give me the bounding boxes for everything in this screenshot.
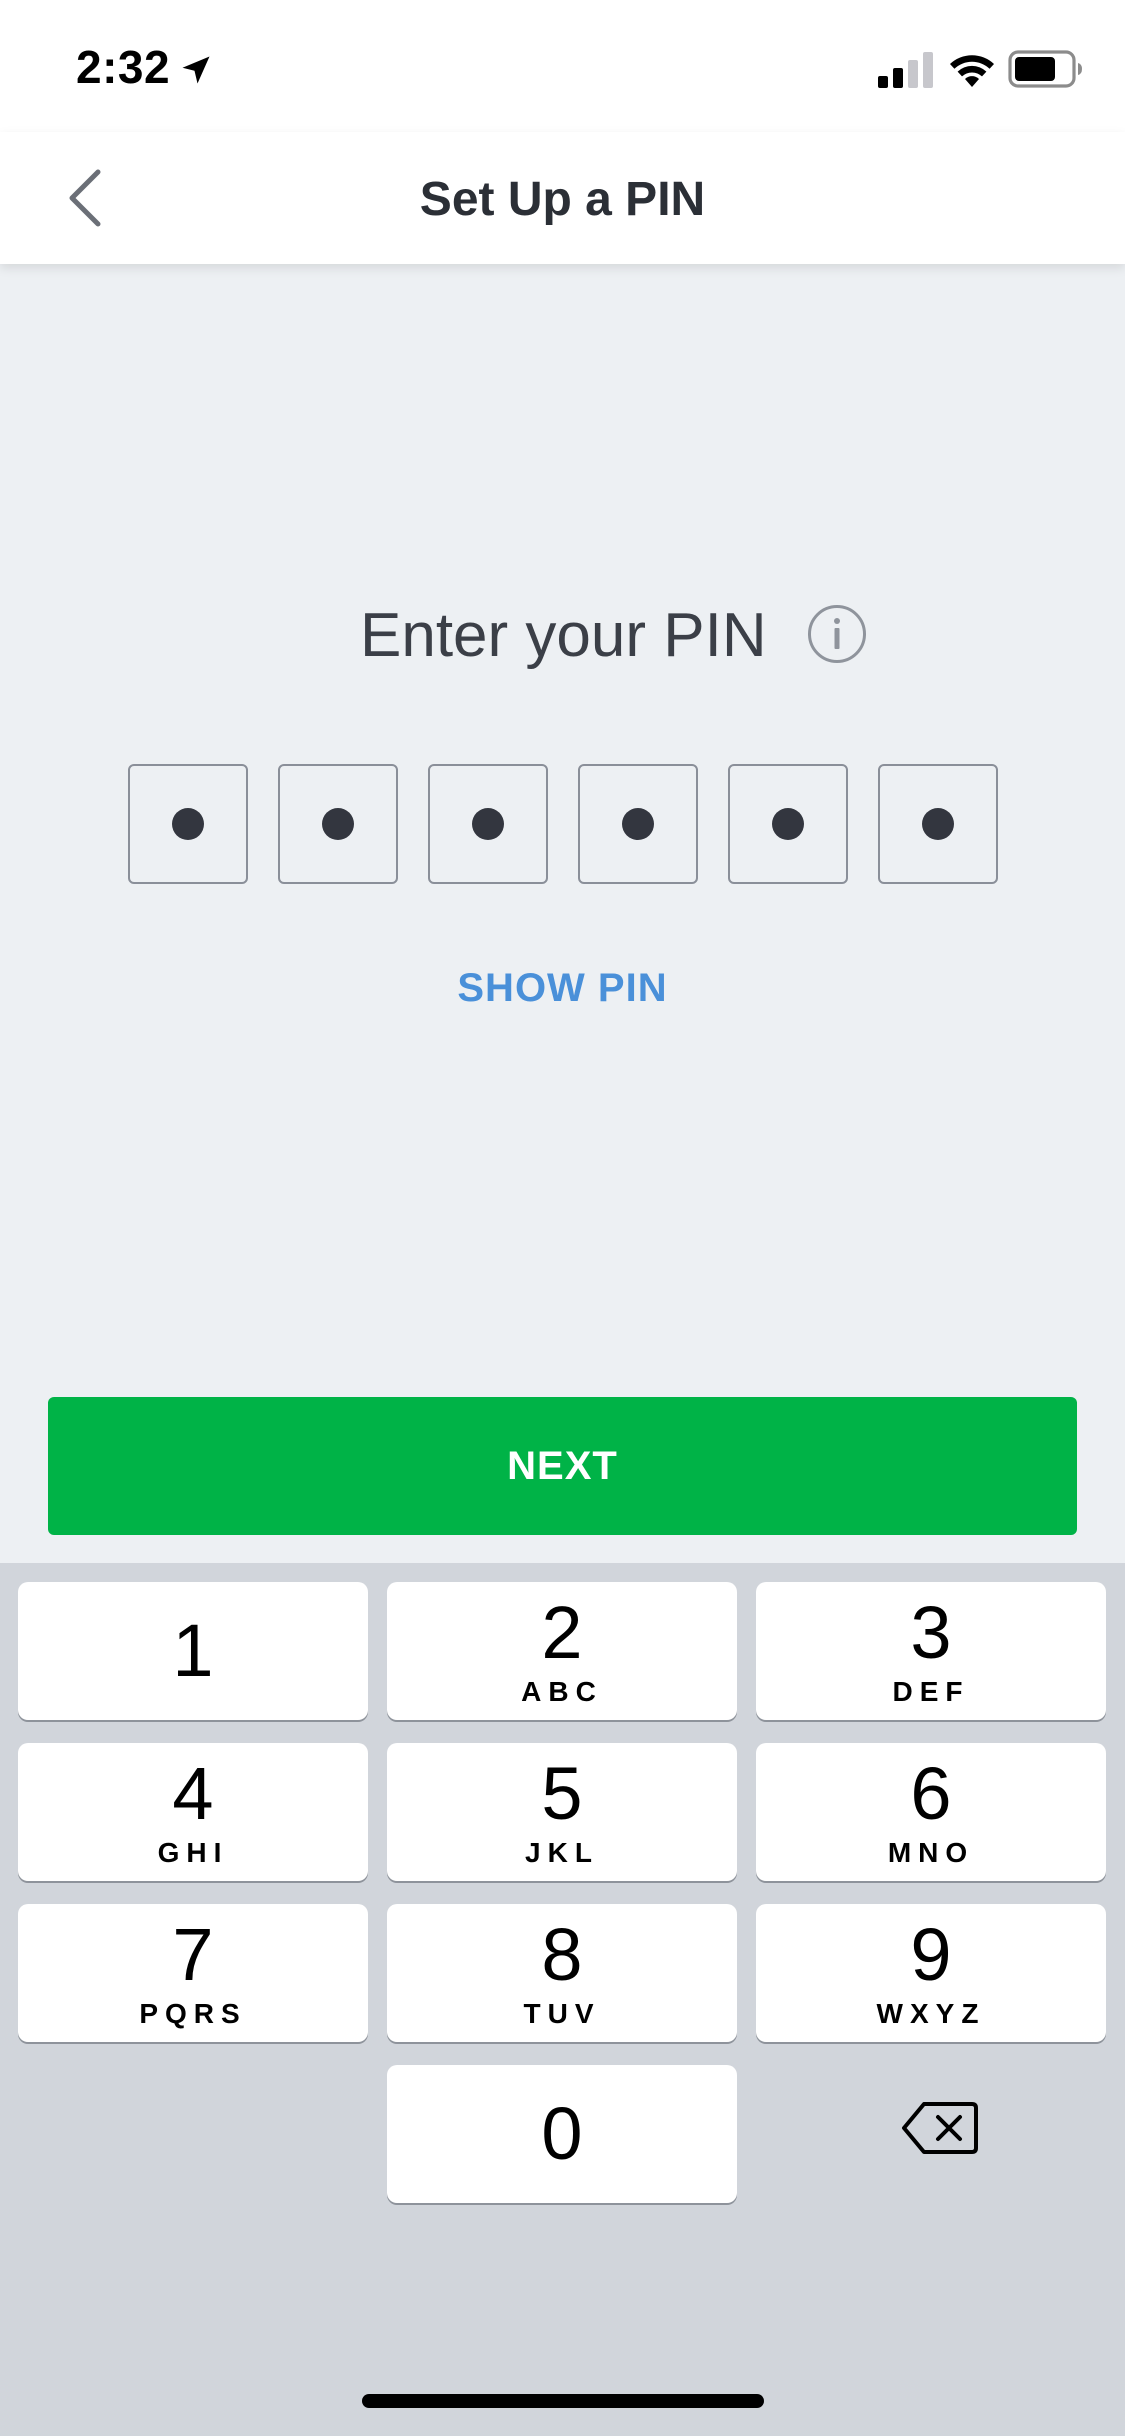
pin-digit-box[interactable] <box>428 764 548 884</box>
key-digit: 4 <box>172 1752 214 1835</box>
keypad-key-2[interactable]: 2 ABC <box>387 1582 737 1720</box>
show-pin-link[interactable]: SHOW PIN <box>0 966 1125 1011</box>
pin-input-boxes[interactable] <box>128 764 998 884</box>
key-letters: ABC <box>521 1676 603 1707</box>
nav-header: Set Up a PIN <box>0 132 1125 264</box>
keypad-key-9[interactable]: 9 WXYZ <box>756 1904 1106 2042</box>
pin-dot <box>472 808 504 840</box>
keypad-key-8[interactable]: 8 TUV <box>387 1904 737 2042</box>
info-icon[interactable] <box>807 604 867 664</box>
key-digit: 9 <box>910 1913 952 1996</box>
pin-prompt-label: Enter your PIN <box>360 601 767 670</box>
key-digit: 7 <box>172 1913 214 1996</box>
wifi-icon <box>950 55 994 87</box>
key-digit: 5 <box>541 1752 583 1835</box>
home-indicator <box>362 2394 764 2408</box>
pin-dot <box>322 808 354 840</box>
pin-dot <box>772 808 804 840</box>
keypad-key-4[interactable]: 4 GHI <box>18 1743 368 1881</box>
key-letters: MNO <box>887 1837 975 1868</box>
key-digit: 8 <box>541 1913 583 1996</box>
next-button[interactable]: NEXT <box>48 1397 1077 1535</box>
key-digit: 2 <box>541 1591 583 1674</box>
page-title: Set Up a PIN <box>419 173 706 226</box>
location-arrow-icon <box>182 56 210 84</box>
pin-label-row: Enter your PIN <box>0 600 1125 672</box>
status-time: 2:32 <box>76 41 171 93</box>
pin-dot <box>922 808 954 840</box>
pin-digit-box[interactable] <box>578 764 698 884</box>
key-digit: 6 <box>910 1752 952 1835</box>
keypad-key-6[interactable]: 6 MNO <box>756 1743 1106 1881</box>
key-digit: 3 <box>910 1591 952 1674</box>
key-digit: 1 <box>172 1609 214 1692</box>
keypad-key-3[interactable]: 3 DEF <box>756 1582 1106 1720</box>
keypad-key-5[interactable]: 5 JKL <box>387 1743 737 1881</box>
key-letters: DEF <box>892 1676 970 1707</box>
keypad-key-7[interactable]: 7 PQRS <box>18 1904 368 2042</box>
keypad-key-0[interactable]: 0 <box>387 2065 737 2203</box>
key-letters: GHI <box>157 1837 229 1868</box>
pin-digit-box[interactable] <box>878 764 998 884</box>
pin-digit-box[interactable] <box>128 764 248 884</box>
status-bar: 2:32 <box>0 0 1125 132</box>
pin-digit-box[interactable] <box>728 764 848 884</box>
key-letters: TUV <box>523 1998 601 2029</box>
key-letters: WXYZ <box>876 1998 986 2029</box>
backspace-icon[interactable] <box>900 2100 980 2156</box>
cellular-signal-icon <box>878 52 933 88</box>
key-letters: JKL <box>525 1837 599 1868</box>
key-digit: 0 <box>541 2092 583 2175</box>
keypad-key-1[interactable]: 1 <box>18 1582 368 1720</box>
key-letters: PQRS <box>139 1998 247 2029</box>
pin-dot <box>172 808 204 840</box>
pin-digit-box[interactable] <box>278 764 398 884</box>
battery-icon <box>1008 50 1082 88</box>
pin-dot <box>622 808 654 840</box>
